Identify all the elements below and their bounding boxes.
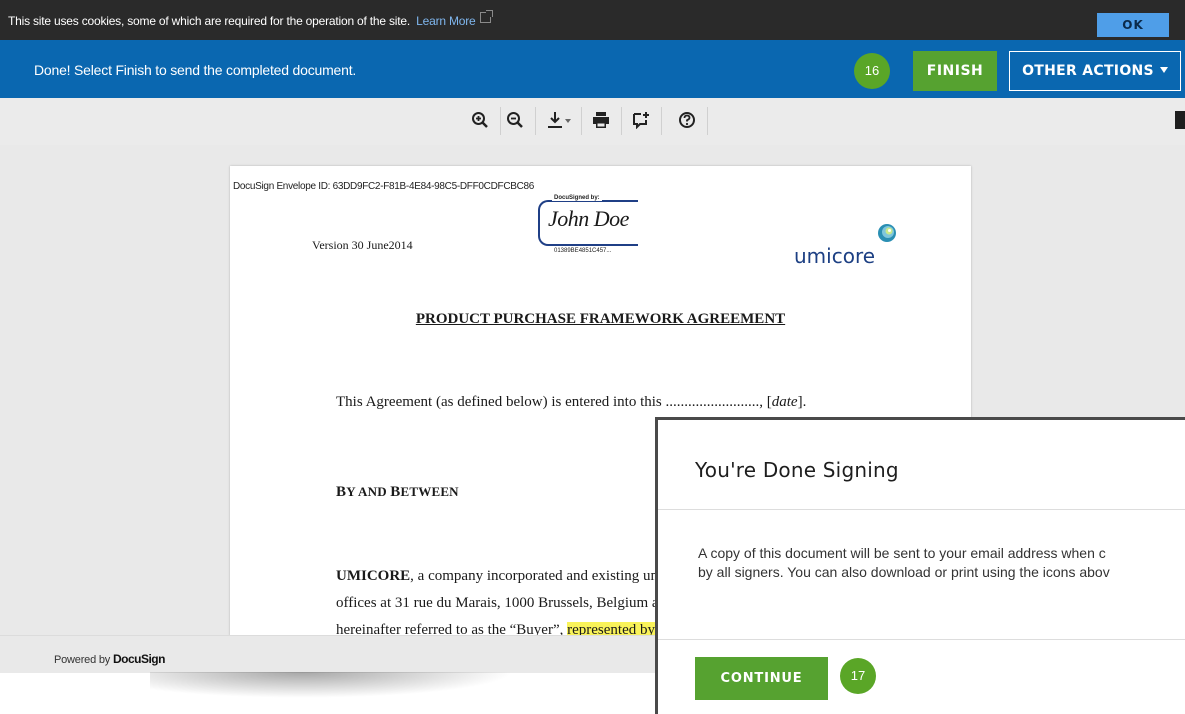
heading-initial-2: B [390,484,401,500]
done-signing-dialog: You're Done Signing A copy of this docum… [655,417,1185,714]
heading-part: Y AND [346,484,391,499]
dialog-message-line-1: A copy of this document will be sent to … [698,545,1106,561]
by-and-between-heading: BY AND BETWEEN [336,484,459,501]
action-bar: Done! Select Finish to send the complete… [0,40,1185,98]
signature-hash: 01389BE4851C457... [552,248,614,254]
dialog-message: A copy of this document will be sent to … [698,544,1110,582]
toolbar-divider [621,107,622,135]
envelope-id: DocuSign Envelope ID: 63DD9FC2-F81B-4E84… [233,181,535,192]
heading-part-2: ETWEEN [400,484,459,499]
dialog-message-line-2: by all signers. You can also download or… [698,564,1110,580]
toolbar-divider [707,107,708,135]
help-icon[interactable] [673,106,701,134]
save-icon[interactable] [1175,111,1185,129]
decorative-shadow [150,672,530,700]
version-text: Version 30 June2014 [312,238,413,252]
umicore-logo: umicore [794,222,914,272]
toolbar-divider [661,107,662,135]
chevron-down-icon [1159,67,1168,73]
other-actions-button[interactable]: OTHER ACTIONS [1009,51,1181,91]
zoom-out-icon[interactable] [501,106,529,134]
party-name: UMICORE [336,568,411,584]
signature-label: DocuSigned by: [552,195,602,201]
date-placeholder: date [771,394,798,410]
other-actions-label: OTHER ACTIONS [1022,63,1154,79]
learn-more-link[interactable]: Learn More [416,14,476,28]
dialog-title: You're Done Signing [695,458,899,482]
toolbar-divider [581,107,582,135]
finish-button[interactable]: FINISH [913,51,997,91]
dialog-divider [658,639,1185,640]
signature: John Doe [548,206,629,231]
highlighted-field[interactable]: represented by [567,622,656,636]
party-clause: UMICORE, a company incorporated and exis… [336,563,659,636]
powered-by-text: Powered by [54,654,111,666]
agreement-title: PRODUCT PURCHASE FRAMEWORK AGREEMENT [415,311,786,327]
footer: Powered by DocuSign [0,635,656,673]
party-line-2: offices at 31 rue du Marais, 1000 Brusse… [336,595,659,611]
step-badge-17: 17 [840,658,876,694]
cookie-ok-button[interactable]: OK [1097,13,1169,37]
party-line-1: UMICORE, a company incorporated and exis… [336,563,659,590]
comment-icon[interactable] [627,106,655,134]
logo-text: umicore [794,244,876,268]
continue-button[interactable]: CONTINUE [695,657,828,700]
agreement-intro: This Agreement (as defined below) is ent… [336,394,806,411]
dialog-divider [658,509,1185,510]
party-line-3-text: hereinafter referred to as the “Buyer”, [336,622,564,636]
powered-by: Powered by DocuSign [54,652,165,666]
document-toolbar [0,98,1185,145]
zoom-in-icon[interactable] [466,106,494,134]
completion-message: Done! Select Finish to send the complete… [34,62,357,78]
step-badge-16: 16 [854,53,890,89]
download-icon[interactable] [543,106,577,134]
docusign-brand: DocuSign [112,652,166,666]
heading-initial: B [336,484,347,500]
intro-text: This Agreement (as defined below) is ent… [336,394,772,410]
spiral-icon [878,224,896,242]
external-link-icon [479,10,493,23]
party-line-1-text: , a company incorporated and existing un [410,568,659,584]
party-line-3: hereinafter referred to as the “Buyer”, … [336,617,659,636]
cookie-message: This site uses cookies, some of which ar… [8,10,493,28]
cookie-message-text: This site uses cookies, some of which ar… [8,14,411,28]
intro-end: ]. [797,394,807,410]
print-icon[interactable] [587,106,615,134]
cookie-banner: This site uses cookies, some of which ar… [0,0,1185,40]
toolbar-divider [535,107,536,135]
